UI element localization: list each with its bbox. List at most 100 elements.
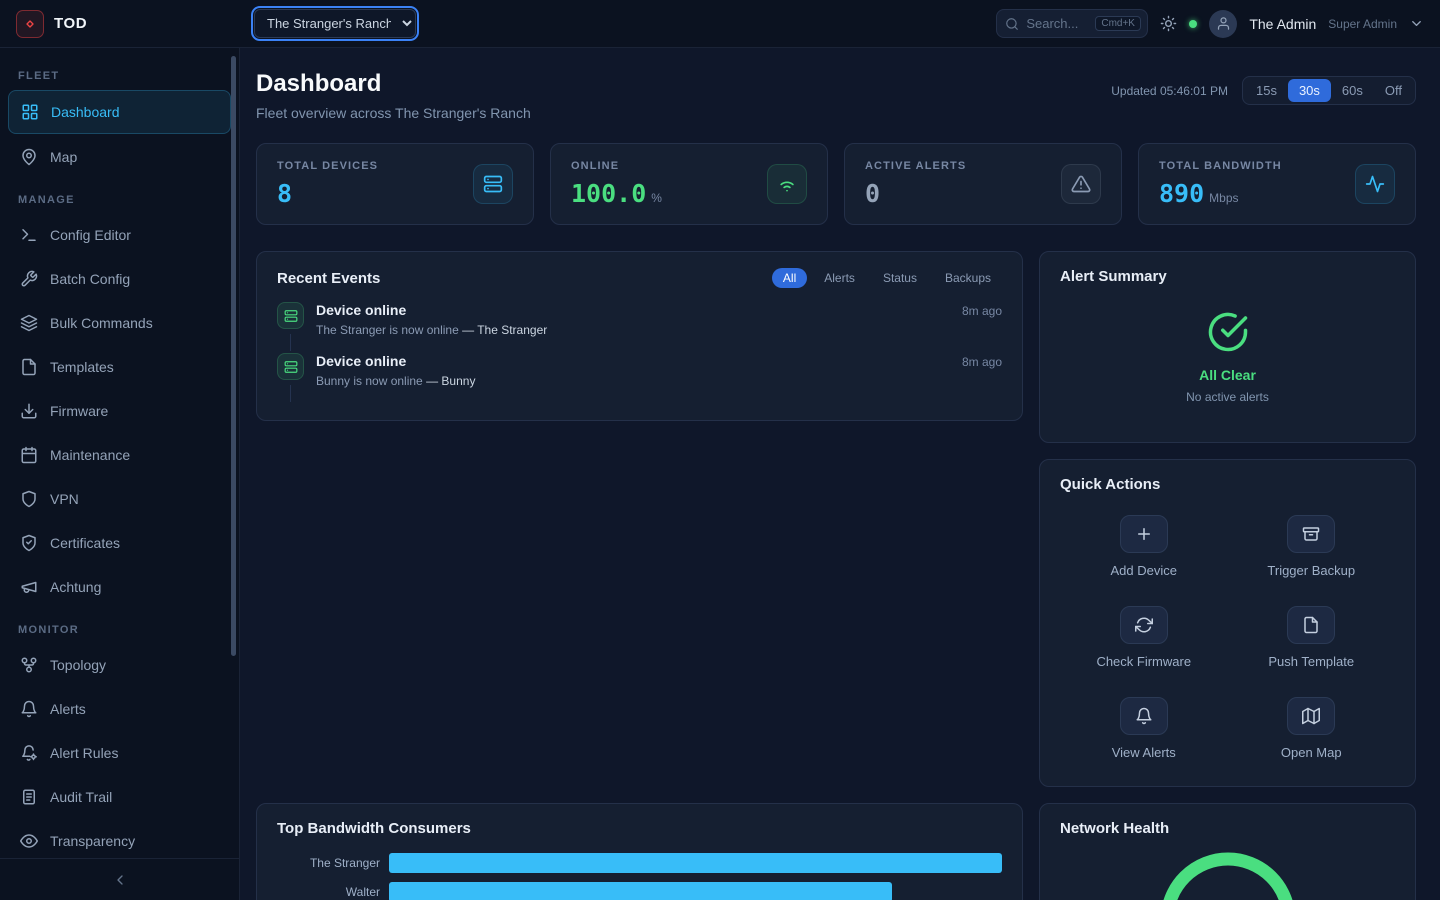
quick-action-trigger-backup[interactable]: Trigger Backup bbox=[1228, 515, 1396, 578]
app-name: TOD bbox=[54, 15, 87, 32]
user-name: The Admin bbox=[1249, 16, 1316, 32]
bandwidth-bar bbox=[389, 882, 892, 900]
avatar[interactable] bbox=[1209, 10, 1237, 38]
map-pin-icon bbox=[20, 148, 38, 166]
network-health-gauge: 100 bbox=[1153, 845, 1303, 900]
sidebar-item-alerts[interactable]: Alerts bbox=[8, 688, 231, 730]
page-header: Dashboard Fleet overview across The Stra… bbox=[256, 70, 1416, 121]
stat-value: 890 bbox=[1159, 179, 1204, 208]
quick-action-label: Check Firmware bbox=[1096, 654, 1191, 669]
event-row[interactable]: Device online 8m ago The Stranger is now… bbox=[277, 302, 1002, 353]
sidebar-item-config-editor[interactable]: Config Editor bbox=[8, 214, 231, 256]
event-time: 8m ago bbox=[962, 304, 1002, 318]
sidebar-item-firmware[interactable]: Firmware bbox=[8, 390, 231, 432]
last-updated-text: Updated 05:46:01 PM bbox=[1111, 84, 1228, 98]
event-filter-backups[interactable]: Backups bbox=[934, 268, 1002, 288]
sidebar-section-monitor: MONITOR bbox=[8, 610, 231, 644]
stat-unit: % bbox=[651, 191, 662, 205]
sidebar-item-label: Achtung bbox=[50, 579, 101, 595]
global-search[interactable]: Cmd+K bbox=[996, 9, 1148, 38]
bell-icon bbox=[20, 700, 38, 718]
git-fork-icon bbox=[20, 656, 38, 674]
bandwidth-title: Top Bandwidth Consumers bbox=[277, 820, 1002, 837]
sidebar-item-label: Firmware bbox=[50, 403, 108, 419]
sidebar-item-alert-rules[interactable]: Alert Rules bbox=[8, 732, 231, 774]
event-filter-all[interactable]: All bbox=[772, 268, 807, 288]
bandwidth-device-label: The Stranger bbox=[277, 856, 389, 870]
user-role: Super Admin bbox=[1328, 17, 1397, 31]
quick-action-check-firmware[interactable]: Check Firmware bbox=[1060, 606, 1228, 669]
sidebar-item-label: Dashboard bbox=[51, 104, 120, 120]
sidebar-item-topology[interactable]: Topology bbox=[8, 644, 231, 686]
check-circle-icon bbox=[1207, 311, 1249, 353]
event-row[interactable]: Device online 8m ago Bunny is now online… bbox=[277, 353, 1002, 404]
megaphone-icon bbox=[20, 578, 38, 596]
sidebar-item-templates[interactable]: Templates bbox=[8, 346, 231, 388]
sidebar-item-transparency[interactable]: Transparency bbox=[8, 820, 231, 858]
events-list: Device online 8m ago The Stranger is now… bbox=[277, 302, 1002, 404]
shield-check-icon bbox=[20, 534, 38, 552]
refresh-option-30s[interactable]: 30s bbox=[1288, 79, 1331, 102]
sidebar-item-label: VPN bbox=[50, 491, 79, 507]
event-top: Device online 8m ago bbox=[316, 302, 1002, 318]
sidebar-scrollbar[interactable] bbox=[231, 56, 236, 656]
sidebar-item-dashboard[interactable]: Dashboard bbox=[8, 90, 231, 134]
stat-card-active-alerts: ACTIVE ALERTS 0 bbox=[844, 143, 1122, 225]
app-root: TOD The Stranger's Ranch Cmd+K bbox=[0, 0, 1440, 900]
search-input[interactable] bbox=[1026, 16, 1088, 31]
event-filter-alerts[interactable]: Alerts bbox=[813, 268, 866, 288]
network-health-card: Network Health 100 bbox=[1039, 803, 1416, 900]
theme-toggle-button[interactable] bbox=[1160, 15, 1177, 32]
sidebar-item-batch-config[interactable]: Batch Config bbox=[8, 258, 231, 300]
user-menu-chevron[interactable] bbox=[1409, 16, 1424, 31]
alert-summary-detail: No active alerts bbox=[1186, 390, 1269, 404]
event-body: Device online 8m ago Bunny is now online… bbox=[316, 353, 1002, 388]
event-title: Device online bbox=[316, 353, 406, 369]
sidebar-item-achtung[interactable]: Achtung bbox=[8, 566, 231, 608]
event-detail: Bunny is now online — Bunny bbox=[316, 374, 1002, 388]
stat-value-row: 8 bbox=[277, 179, 378, 208]
stat-value: 0 bbox=[865, 179, 880, 208]
sidebar-item-label: Transparency bbox=[50, 833, 135, 849]
stat-card-total-bandwidth: TOTAL BANDWIDTH 890 Mbps bbox=[1138, 143, 1416, 225]
server-icon bbox=[473, 164, 513, 204]
event-detail: The Stranger is now online — The Strange… bbox=[316, 323, 1002, 337]
bandwidth-bar-track bbox=[389, 853, 1002, 873]
stat-card-online: ONLINE 100.0 % bbox=[550, 143, 828, 225]
page-subtitle: Fleet overview across The Stranger's Ran… bbox=[256, 105, 531, 121]
sidebar-item-map[interactable]: Map bbox=[8, 136, 231, 178]
fleet-selector[interactable]: The Stranger's Ranch bbox=[254, 9, 416, 38]
stat-label: ACTIVE ALERTS bbox=[865, 160, 966, 172]
sidebar-item-label: Bulk Commands bbox=[50, 315, 153, 331]
quick-action-push-template[interactable]: Push Template bbox=[1228, 606, 1396, 669]
sidebar-item-label: Templates bbox=[50, 359, 114, 375]
body-row: FLEET Dashboard Map MANAGE Config Editor… bbox=[0, 48, 1440, 900]
sidebar-item-certificates[interactable]: Certificates bbox=[8, 522, 231, 564]
quick-action-open-map[interactable]: Open Map bbox=[1228, 697, 1396, 760]
alert-summary-status: All Clear bbox=[1199, 367, 1256, 383]
quick-action-add-device[interactable]: Add Device bbox=[1060, 515, 1228, 578]
refresh-option-60s[interactable]: 60s bbox=[1331, 79, 1374, 102]
quick-action-view-alerts[interactable]: View Alerts bbox=[1060, 697, 1228, 760]
sidebar-item-vpn[interactable]: VPN bbox=[8, 478, 231, 520]
bandwidth-bar bbox=[389, 853, 1002, 873]
content-grid: Recent Events All Alerts Status Backups bbox=[256, 251, 1416, 900]
event-filter-status[interactable]: Status bbox=[872, 268, 928, 288]
sidebar-item-maintenance[interactable]: Maintenance bbox=[8, 434, 231, 476]
sidebar-collapse-button[interactable] bbox=[0, 858, 239, 900]
stat-value: 100.0 bbox=[571, 179, 646, 208]
app-logo-icon bbox=[16, 10, 44, 38]
event-detail-text: Bunny is now online bbox=[316, 374, 423, 388]
activity-icon bbox=[1355, 164, 1395, 204]
sun-icon bbox=[1160, 15, 1177, 32]
stat-label: TOTAL BANDWIDTH bbox=[1159, 160, 1282, 172]
sidebar-item-audit-trail[interactable]: Audit Trail bbox=[8, 776, 231, 818]
quick-actions-card: Quick Actions Add Device bbox=[1039, 459, 1416, 787]
map-icon bbox=[1287, 697, 1335, 735]
page-header-left: Dashboard Fleet overview across The Stra… bbox=[256, 70, 531, 121]
stat-value-row: 890 Mbps bbox=[1159, 179, 1282, 208]
refresh-option-15s[interactable]: 15s bbox=[1245, 79, 1288, 102]
stat-label: ONLINE bbox=[571, 160, 662, 172]
refresh-option-off[interactable]: Off bbox=[1374, 79, 1413, 102]
sidebar-item-bulk-commands[interactable]: Bulk Commands bbox=[8, 302, 231, 344]
